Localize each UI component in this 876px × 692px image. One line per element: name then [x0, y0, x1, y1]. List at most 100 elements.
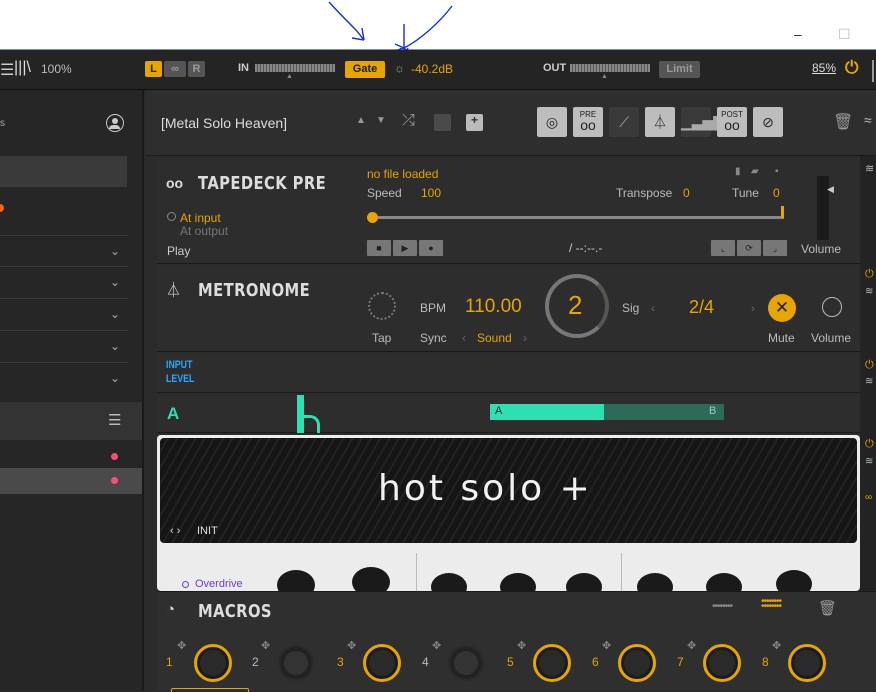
macro-view-two-rows-icon[interactable]: •••••••• ••••••••	[761, 597, 782, 612]
macro-knob-6[interactable]	[618, 644, 656, 682]
macro-knob-8[interactable]	[788, 644, 826, 682]
mute-button[interactable]: ✕	[768, 294, 796, 322]
save-icon-disabled[interactable]	[434, 114, 451, 131]
sidebar-category-row[interactable]: ⌄	[0, 235, 128, 267]
tapedeck-post-button[interactable]: POST oo	[717, 107, 747, 137]
tune-value[interactable]: 0	[773, 186, 780, 200]
loop-start-button[interactable]: ⌞	[711, 240, 735, 256]
macro-view-one-row-icon[interactable]: ••••••••	[712, 601, 733, 612]
gate-threshold-value[interactable]: -40.2dB	[411, 62, 453, 76]
move-icon[interactable]: ✥	[177, 639, 186, 652]
collapse-icon[interactable]: ≋	[865, 286, 873, 297]
menu-icon[interactable]: ☰	[0, 60, 14, 80]
tape-end-marker[interactable]	[781, 206, 784, 218]
sidebar-category-row[interactable]: ⌄	[0, 331, 128, 363]
at-input-label[interactable]: At input	[180, 211, 221, 225]
sig-next-icon[interactable]: ›	[751, 301, 755, 315]
link-icon[interactable]: ∞	[865, 492, 872, 503]
move-icon[interactable]: ✥	[261, 639, 270, 652]
list-view-icon[interactable]: ☰	[108, 411, 121, 429]
move-icon[interactable]: ✥	[432, 639, 441, 652]
tuner-module-button[interactable]: ◎	[537, 107, 567, 137]
play-button[interactable]: ▶	[393, 240, 417, 256]
loop-end-button[interactable]: ⌟	[763, 240, 787, 256]
power-icon[interactable]: ⏻	[845, 58, 858, 78]
record-button[interactable]: ●	[419, 240, 443, 256]
amp-preset-nav-icon[interactable]: ‹ ›	[170, 525, 180, 537]
move-icon[interactable]: ✥	[517, 639, 526, 652]
macro-knob-3[interactable]	[363, 644, 401, 682]
macro-knob-4[interactable]	[448, 645, 484, 681]
preset-list-item[interactable]	[0, 442, 142, 470]
attachment-button[interactable]: ⊘	[753, 107, 783, 137]
input-level-handle[interactable]: ▲	[286, 73, 293, 80]
output-level-handle[interactable]: ▲	[601, 73, 608, 80]
open-folder-icon[interactable]: ▰	[751, 166, 759, 177]
macro-knob-2[interactable]	[278, 645, 314, 681]
user-account-icon[interactable]	[106, 114, 124, 132]
gate-button[interactable]: Gate	[345, 61, 385, 78]
sound-prev-icon[interactable]: ‹	[462, 331, 466, 345]
transpose-value[interactable]: 0	[683, 186, 690, 200]
macro-knob-1[interactable]	[194, 644, 232, 682]
at-input-radio[interactable]	[167, 212, 176, 221]
collapse-icon[interactable]: ≋	[865, 456, 873, 467]
library-icon[interactable]: |||\	[14, 59, 31, 77]
sig-prev-icon[interactable]: ‹	[651, 301, 655, 315]
move-icon[interactable]: ✥	[602, 639, 611, 652]
collapse-icon[interactable]: ≋	[865, 162, 874, 175]
new-file-icon[interactable]: ▮	[735, 166, 741, 177]
sound-next-icon[interactable]: ›	[523, 331, 527, 345]
sig-value[interactable]: 2/4	[689, 297, 714, 318]
channel-left-button[interactable]: L	[145, 61, 162, 77]
macro-knob-5[interactable]	[533, 644, 571, 682]
sidebar-category-row[interactable]: ⌄	[0, 299, 128, 331]
trash-icon[interactable]: 🗑	[833, 112, 853, 132]
maximize-icon[interactable]: ☐	[838, 26, 851, 43]
power-icon[interactable]: ⏻	[865, 268, 874, 281]
power-icon[interactable]: ⏻	[865, 359, 874, 372]
preset-prev-icon[interactable]: ▲	[356, 115, 366, 126]
volume-handle[interactable]: ◀	[827, 184, 834, 195]
sidebar-search-field[interactable]	[0, 156, 127, 187]
tapedeck-pre-button[interactable]: PRE oo	[573, 107, 603, 137]
overdrive-label[interactable]: Overdrive	[195, 578, 243, 590]
move-icon[interactable]: ✥	[687, 639, 696, 652]
tape-position-slider[interactable]	[370, 216, 784, 219]
save-as-icon[interactable]: +	[466, 113, 483, 131]
save-icon[interactable]: ▪	[775, 166, 779, 177]
preset-name[interactable]: [Metal Solo Heaven]	[161, 115, 287, 131]
sound-value[interactable]: Sound	[477, 331, 512, 345]
overdrive-radio[interactable]	[182, 581, 189, 588]
macro-knob-7[interactable]	[703, 644, 741, 682]
channel-link-button[interactable]: ∞	[164, 61, 186, 77]
collapse-icon[interactable]: ≈	[864, 112, 872, 128]
channel-right-button[interactable]: R	[188, 61, 205, 77]
preset-list-item-selected[interactable]	[0, 468, 142, 494]
at-output-label[interactable]: At output	[180, 224, 228, 238]
minimize-icon[interactable]: –	[794, 26, 802, 42]
shuffle-icon[interactable]: ⤮	[402, 112, 415, 130]
move-icon[interactable]: ✥	[347, 639, 356, 652]
fingerprint-icon[interactable]	[368, 292, 396, 320]
tape-start-marker[interactable]	[367, 212, 378, 223]
bpm-value[interactable]: 110.00	[465, 296, 522, 318]
zoom-level[interactable]: 100%	[41, 62, 72, 76]
collapse-icon[interactable]: ≋	[865, 376, 873, 387]
tuner-fork-button[interactable]: ⟋	[609, 107, 639, 137]
move-icon[interactable]: ✥	[772, 639, 781, 652]
input-level-button[interactable]: ▁▃▅▇	[681, 107, 724, 137]
loop-button[interactable]: ⟳	[737, 240, 761, 256]
power-icon[interactable]: ⏻	[865, 438, 874, 451]
sidebar-category-row[interactable]: ⌄	[0, 267, 128, 299]
stop-button[interactable]: ■	[367, 240, 391, 256]
ab-mix-slider[interactable]: A B	[490, 404, 724, 420]
speed-value[interactable]: 100	[421, 186, 441, 200]
gate-settings-icon[interactable]: ☼	[394, 61, 405, 75]
preset-next-icon[interactable]: ▼	[376, 115, 386, 126]
amp-preset-name[interactable]: INIT	[197, 525, 218, 537]
metronome-button[interactable]: ⏃	[645, 107, 675, 137]
trash-icon[interactable]: 🗑	[818, 599, 837, 617]
limit-button[interactable]: Limit	[659, 61, 700, 78]
volume-knob[interactable]	[822, 297, 842, 317]
